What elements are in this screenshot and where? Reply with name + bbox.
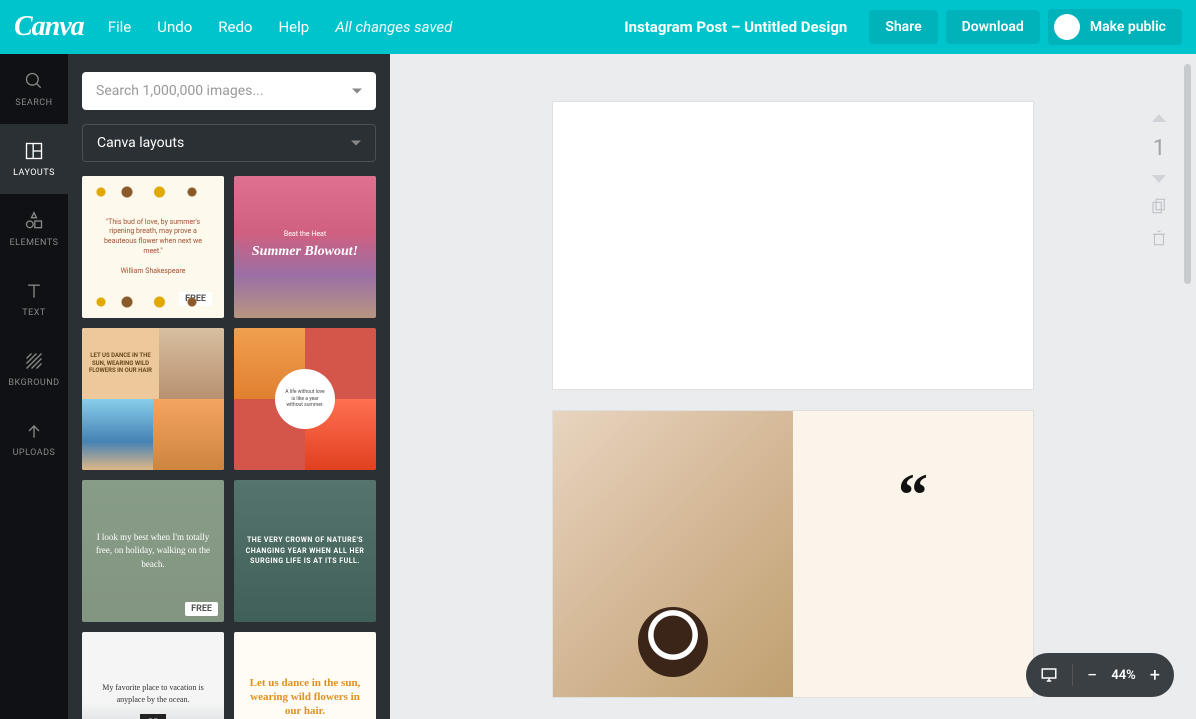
zoom-out-button[interactable]: − <box>1087 665 1097 686</box>
zoom-in-button[interactable]: + <box>1150 665 1160 686</box>
template-sub: William Shakespeare <box>121 267 186 275</box>
page-up-button[interactable] <box>1152 114 1166 122</box>
make-public-label: Make public <box>1090 19 1166 35</box>
template-text: "This bud of love, by summer's ripening … <box>104 218 202 255</box>
template-thumb[interactable]: I look my best when I'm totally free, on… <box>82 480 224 622</box>
template-thumb[interactable]: "This bud of love, by summer's ripening … <box>82 176 224 318</box>
zoom-control: − 44% + <box>1026 653 1174 697</box>
template-text: Let us dance in the sun, wearing wild fl… <box>244 676 366 719</box>
logo: Canva <box>14 11 84 43</box>
sidebar-label-text: TEXT <box>22 308 46 318</box>
background-icon <box>23 350 45 372</box>
avatar <box>1054 14 1080 40</box>
template-thumb[interactable]: Let us dance in the sun, wearing wild fl… <box>234 632 376 719</box>
template-text: THE VERY CROWN OF NATURE'S CHANGING YEAR… <box>244 535 366 567</box>
elements-icon <box>23 210 45 232</box>
free-badge: FREE <box>179 292 212 306</box>
search-input[interactable] <box>96 83 362 99</box>
template-text: LET US DANCE IN THE SUN, WEARING WILD FL… <box>82 328 159 399</box>
sidebar-item-uploads[interactable]: UPLOADS <box>0 404 68 474</box>
save-status: All changes saved <box>335 18 452 36</box>
make-public-button[interactable]: Make public <box>1048 9 1182 45</box>
sidebar-label-layouts: LAYOUTS <box>13 168 55 178</box>
template-thumb[interactable]: THE VERY CROWN OF NATURE'S CHANGING YEAR… <box>234 480 376 622</box>
layouts-icon <box>23 140 45 162</box>
zoom-level: 44% <box>1111 668 1135 683</box>
template-thumb[interactable]: Beat the Heat Summer Blowout! <box>234 176 376 318</box>
sidebar-label-uploads: UPLOADS <box>13 448 56 458</box>
menu-file[interactable]: File <box>108 18 132 36</box>
chevron-down-icon <box>352 89 362 94</box>
page-number: 1 <box>1153 136 1165 161</box>
canvas-area[interactable]: “ 1 − 44% + <box>390 54 1196 719</box>
download-button[interactable]: Download <box>946 10 1040 44</box>
page-down-button[interactable] <box>1152 175 1166 183</box>
top-bar: Canva File Undo Redo Help All changes sa… <box>0 0 1196 54</box>
free-badge: FREE <box>185 602 218 616</box>
layouts-panel: Canva layouts "This bud of love, by summ… <box>68 54 390 719</box>
sidebar-label-elements: ELEMENTS <box>10 238 59 248</box>
template-grid: "This bud of love, by summer's ripening … <box>82 176 376 719</box>
template-title: Summer Blowout! <box>252 244 358 260</box>
template-text: A life without love is like a year witho… <box>275 369 335 429</box>
sidebar-item-layouts[interactable]: LAYOUTS <box>0 124 68 194</box>
template-text: Beat the Heat <box>252 230 358 238</box>
dropdown-label: Canva layouts <box>97 135 184 151</box>
canvas-page-1[interactable] <box>553 102 1033 389</box>
delete-page-icon[interactable] <box>1150 229 1168 247</box>
present-icon[interactable] <box>1040 666 1058 684</box>
search-icon <box>23 70 45 92</box>
sidebar-item-text[interactable]: TEXT <box>0 264 68 334</box>
quote-icon[interactable]: “ <box>898 461 928 530</box>
share-button[interactable]: Share <box>869 10 937 44</box>
template-thumb[interactable]: My favorite place to vacation is anyplac… <box>82 632 224 719</box>
text-icon <box>23 280 45 302</box>
sidebar: SEARCH LAYOUTS ELEMENTS TEXT BKGROUND UP… <box>0 54 68 719</box>
menu-redo[interactable]: Redo <box>218 18 252 36</box>
template-bar: — — <box>140 714 165 719</box>
scrollbar-thumb[interactable] <box>1184 64 1191 284</box>
template-thumb[interactable]: A life without love is like a year witho… <box>234 328 376 470</box>
sidebar-item-bkground[interactable]: BKGROUND <box>0 334 68 404</box>
search-input-wrapper[interactable] <box>82 72 376 110</box>
template-text: My favorite place to vacation is anyplac… <box>92 682 214 706</box>
menu-undo[interactable]: Undo <box>157 18 192 36</box>
template-thumb[interactable]: LET US DANCE IN THE SUN, WEARING WILD FL… <box>82 328 224 470</box>
uploads-icon <box>23 420 45 442</box>
template-text: I look my best when I'm totally free, on… <box>92 531 214 572</box>
free-badge: FREE <box>337 450 370 464</box>
page2-image[interactable] <box>553 411 793 698</box>
canvas-page-2[interactable]: “ <box>553 411 1033 698</box>
menu-help[interactable]: Help <box>278 18 309 36</box>
vertical-scrollbar[interactable] <box>1180 54 1194 719</box>
copy-page-icon[interactable] <box>1150 197 1168 215</box>
sidebar-item-search[interactable]: SEARCH <box>0 54 68 124</box>
page-controls: 1 <box>1150 114 1168 247</box>
sidebar-label-bkground: BKGROUND <box>8 378 59 388</box>
chevron-down-icon <box>351 141 361 146</box>
sidebar-item-elements[interactable]: ELEMENTS <box>0 194 68 264</box>
document-title[interactable]: Instagram Post – Untitled Design <box>624 18 847 36</box>
sidebar-label-search: SEARCH <box>15 98 52 108</box>
layouts-dropdown[interactable]: Canva layouts <box>82 124 376 162</box>
page2-right[interactable]: “ <box>793 411 1033 698</box>
